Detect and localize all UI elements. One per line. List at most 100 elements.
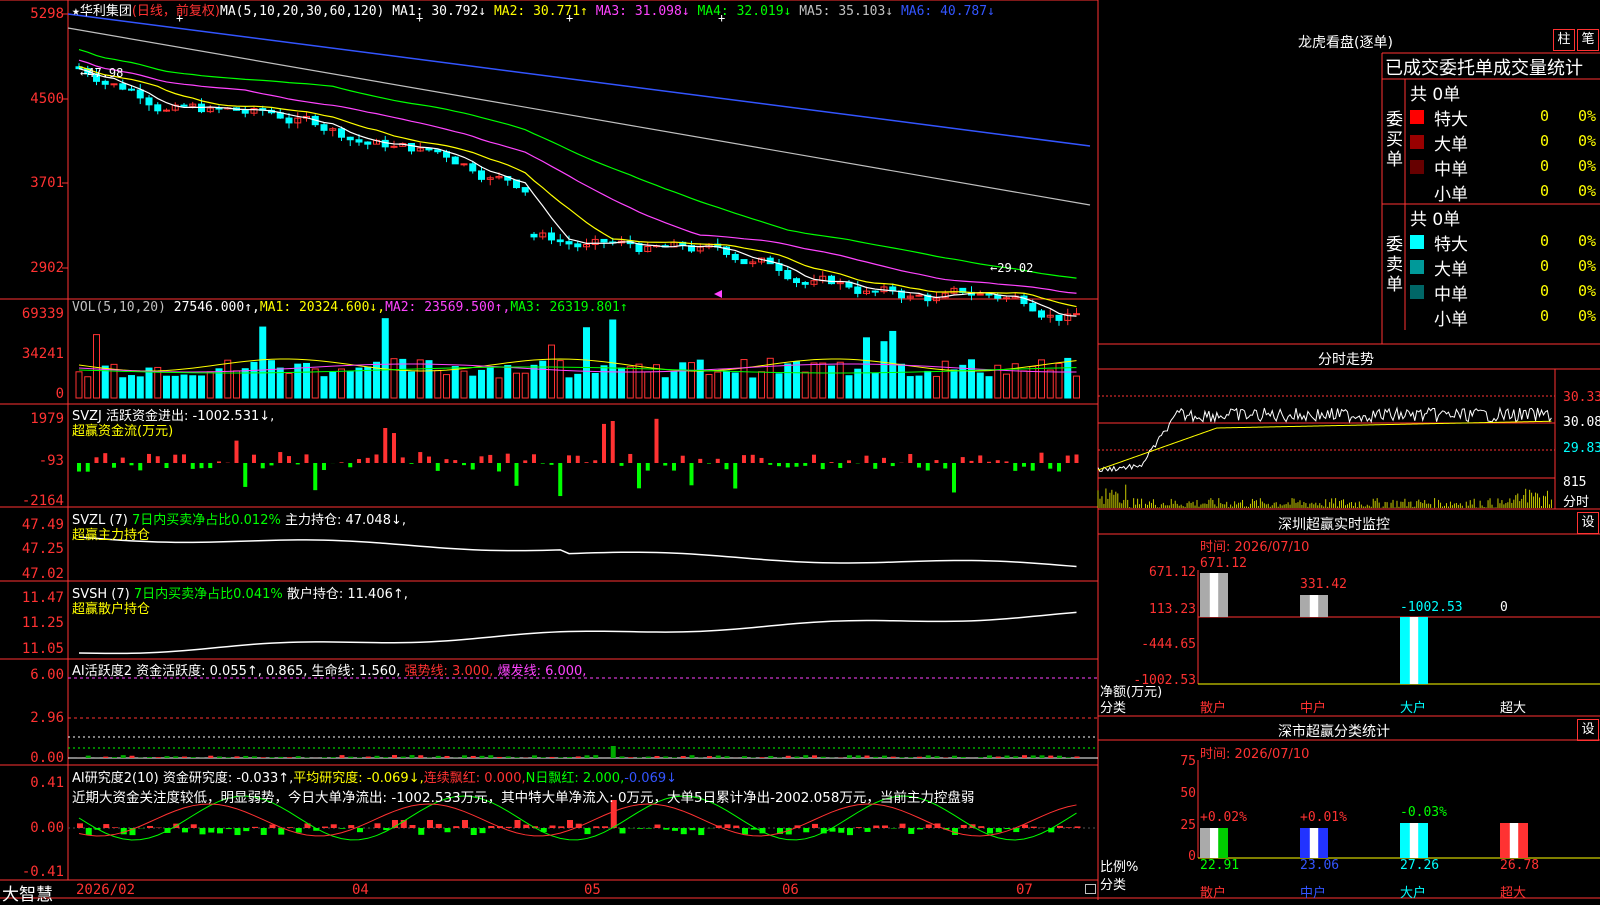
period-label[interactable]: (日线，前复权) — [132, 4, 220, 19]
monitor-settings-button[interactable]: 设 — [1577, 512, 1599, 534]
research-bar — [296, 828, 302, 833]
legend-swatch — [1410, 235, 1424, 249]
activity-bar — [567, 757, 572, 758]
fund-flow-bar — [1057, 463, 1061, 471]
fund-flow-bar — [812, 455, 816, 463]
volume-bar — [951, 370, 957, 398]
intraday-vol-value: 815 — [1563, 475, 1586, 490]
activity-bar — [1075, 756, 1080, 758]
fund-flow-bar — [375, 454, 379, 463]
chart-canvas[interactable]: ++++ — [0, 0, 1600, 900]
fund-flow-bar — [305, 454, 309, 463]
research-bar — [698, 828, 704, 835]
activity-bar — [856, 755, 861, 758]
svzl-hold: 主力持仓: 47.048↓, — [285, 513, 406, 528]
fund-flow-bar — [926, 463, 930, 470]
volume-bar — [321, 377, 327, 398]
fund-flow-bar — [742, 455, 746, 463]
volume-bar — [199, 376, 205, 398]
research-bar — [200, 828, 206, 834]
volume-bar — [802, 372, 808, 398]
volume-bar — [662, 378, 668, 398]
activity-bar — [296, 756, 301, 758]
volume-bar — [330, 372, 336, 398]
monitor-value-mid: 331.42 — [1300, 577, 1347, 592]
class-category-large: 大户 — [1400, 882, 1426, 901]
class-bar-retail-highlight — [1210, 828, 1218, 858]
fund-flow-bar — [1048, 463, 1052, 469]
candlestick — [164, 110, 170, 111]
order-percent: 0% — [1578, 157, 1596, 175]
lock-icon[interactable] — [1085, 884, 1096, 894]
research-bar — [725, 824, 731, 828]
activity-bar — [418, 755, 423, 758]
sell-side-label: 委卖单 — [1386, 235, 1402, 295]
fund-flow-bar — [243, 463, 247, 487]
fund-flow-bar — [943, 463, 947, 468]
activity-bar — [1040, 755, 1045, 758]
order-count: 0 — [1540, 132, 1549, 150]
activity-bar — [235, 756, 240, 758]
research-bar — [637, 828, 643, 829]
fund-flow-bar — [156, 456, 160, 463]
class-settings-button[interactable]: 设 — [1577, 719, 1599, 741]
volume-bar — [575, 374, 581, 398]
fund-flow-bar — [182, 454, 186, 463]
fund-flow-bar — [252, 455, 256, 463]
fund-flow-bar — [576, 456, 580, 463]
candlestick — [155, 105, 161, 111]
activity-bar — [742, 756, 747, 758]
ai-nday-red: N日飘红: 2.000, — [526, 771, 625, 786]
legend-swatch — [1410, 260, 1424, 274]
vol-header: VOL(5,10,20) 27546.000↑,MA1: 20324.600↓,… — [72, 300, 628, 315]
column-view-button[interactable]: 柱 — [1553, 29, 1575, 51]
order-count: 0 — [1540, 157, 1549, 175]
vol-ma1-line — [79, 359, 1077, 371]
volume-bar — [312, 369, 318, 398]
activity-bar — [996, 757, 1001, 758]
ai-last: -0.069↓ — [624, 771, 677, 786]
activity-bar — [357, 757, 362, 758]
svzl-tick: 47.02 — [0, 566, 64, 582]
fund-flow-bar — [532, 454, 536, 463]
fund-flow-bar — [961, 457, 965, 463]
class-time: 时间: 2026/07/10 — [1200, 743, 1309, 762]
fund-flow-bar — [77, 463, 81, 472]
volume-bar — [1074, 376, 1080, 398]
fund-flow-bar — [471, 463, 475, 469]
fund-flow-bar — [436, 463, 440, 471]
volume-bar — [120, 378, 126, 398]
fund-flow-bar — [628, 454, 632, 463]
volume-bar — [584, 328, 590, 398]
candlestick — [409, 143, 415, 150]
fund-flow-bar — [418, 452, 422, 463]
volume-bar — [881, 342, 887, 398]
class-value-mid: 23.06 — [1300, 858, 1339, 873]
candlestick — [872, 291, 878, 292]
fund-flow-bar — [445, 459, 449, 463]
volume-bar — [1021, 371, 1027, 398]
volume-bar — [382, 319, 388, 398]
candlestick — [986, 294, 992, 295]
fund-flow-bar — [462, 463, 466, 465]
stock-name[interactable]: 华利集团 — [80, 4, 132, 19]
price-panel-header: ★华利集团(日线，前复权)MA(5,10,20,30,60,120) MA1: … — [72, 0, 995, 16]
svzl-tick: 47.25 — [0, 541, 64, 557]
ai-research-value: 资金研究度: -0.033↑, — [163, 771, 293, 786]
favorite-star-icon[interactable]: ★ — [72, 4, 80, 19]
volume-bar — [444, 375, 450, 398]
volume-bar — [260, 327, 266, 398]
research-bar — [856, 827, 862, 828]
stroke-view-button[interactable]: 笔 — [1577, 29, 1599, 51]
volume-bar — [234, 371, 240, 398]
legend-swatch — [1410, 310, 1424, 324]
fund-flow-bar — [655, 419, 659, 463]
volume-bar — [794, 362, 800, 398]
research-bar — [243, 828, 249, 831]
class-change-retail: +0.02% — [1200, 810, 1247, 825]
fund-flow-bar — [130, 463, 134, 465]
volume-bar — [505, 366, 511, 398]
activity-bar — [716, 756, 721, 758]
volume-bar — [172, 376, 178, 398]
class-category-retail: 散户 — [1200, 882, 1226, 901]
